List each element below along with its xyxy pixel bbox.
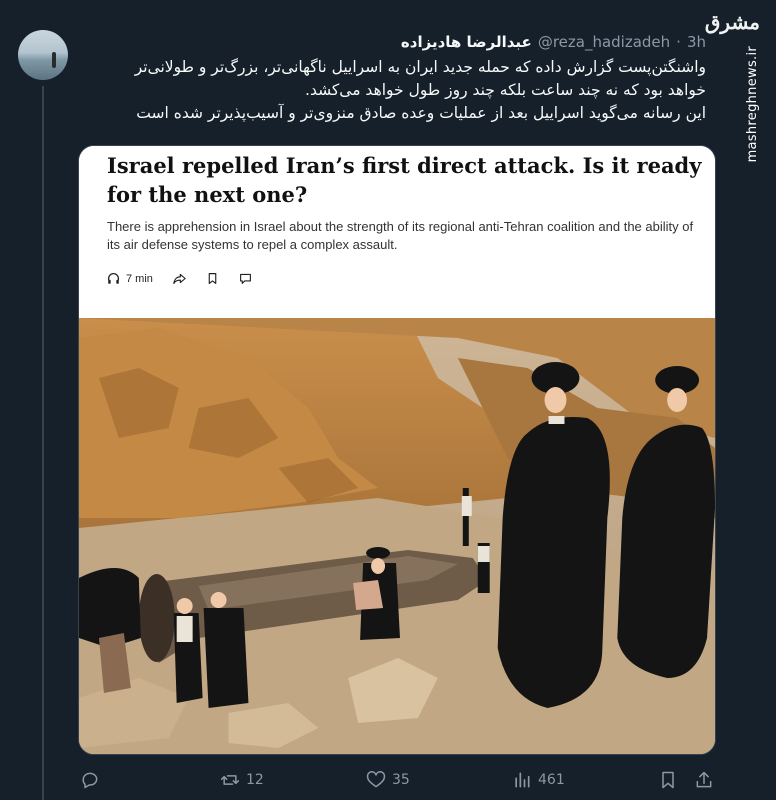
watermark: مشرق mashreghnews.ir (705, 10, 768, 162)
article-dek: There is apprehension in Israel about th… (107, 219, 694, 252)
retweet-icon (220, 775, 240, 785)
tweet-text-line: این رسانه می‌گوید اسراییل بعد از عملیات … (136, 104, 706, 122)
separator-dot: · (676, 33, 681, 51)
views-icon (515, 772, 530, 788)
article-share (173, 272, 186, 285)
reply-button[interactable] (80, 770, 106, 790)
like-button[interactable]: 35 (366, 770, 410, 790)
retweet-button[interactable]: 12 (220, 770, 264, 790)
article-save (206, 272, 219, 285)
share-arrow-icon (173, 273, 186, 284)
bookmark-button[interactable] (658, 770, 678, 790)
watermark-url: mashreghnews.ir (745, 46, 760, 163)
tweet-header: عبدالرضا هادیزاده @reza_hadizadeh · 3h (401, 30, 706, 54)
bookmark-outline-icon (208, 273, 217, 284)
tweet-text-line: خواهد بود که نه چند ساعت بلکه چند روز طو… (305, 81, 706, 99)
tweet-text: واشنگتن‌پست گزارش داده که حمله جدید ایرا… (78, 56, 706, 125)
article-headline: Israel repelled Iran’s first direct atta… (107, 153, 702, 207)
user-handle[interactable]: @reza_hadizadeh (538, 33, 670, 51)
article-photo (79, 318, 715, 754)
tweet-actions: 12 35 461 (78, 770, 718, 796)
share-icon (696, 771, 712, 788)
retweet-count: 12 (246, 772, 264, 788)
avatar-figure (52, 52, 56, 68)
listen-time: 7 min (126, 272, 153, 285)
share-button[interactable] (694, 770, 714, 790)
media-card[interactable]: Israel repelled Iran’s first direct atta… (78, 145, 716, 755)
bookmark-icon (662, 771, 674, 789)
reply-icon (82, 772, 98, 789)
avatar[interactable] (18, 30, 68, 80)
headphones-icon (107, 273, 120, 284)
views-button[interactable]: 461 (512, 770, 565, 790)
listen-item: 7 min (107, 272, 153, 285)
thread-line (42, 86, 44, 800)
views-count: 461 (538, 772, 565, 788)
heart-icon (366, 771, 386, 788)
like-count: 35 (392, 772, 410, 788)
article-screenshot: Israel repelled Iran’s first direct atta… (79, 146, 715, 318)
comment-icon (239, 273, 251, 284)
article-toolbar: 7 min (107, 272, 252, 285)
timestamp[interactable]: 3h (687, 33, 706, 51)
article-comment (239, 272, 252, 285)
tweet-text-line: واشنگتن‌پست گزارش داده که حمله جدید ایرا… (134, 58, 706, 76)
watermark-logo: مشرق (704, 10, 760, 34)
display-name[interactable]: عبدالرضا هادیزاده (401, 33, 532, 51)
